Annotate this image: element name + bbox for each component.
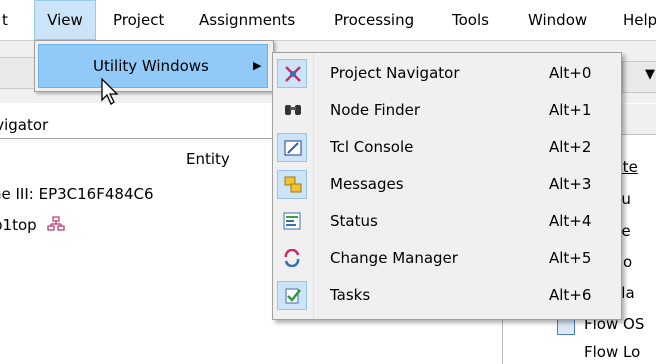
menu-item-label: Status — [330, 212, 378, 230]
panel-title: avigator — [0, 116, 49, 134]
shortcut-label: Alt+6 — [549, 286, 592, 304]
menu-help[interactable]: Help — [621, 0, 656, 40]
utility-windows-submenu: Project Navigator Alt+0 Node Finder Alt+… — [272, 52, 622, 320]
device-label: ne III: EP3C16F484C6 — [0, 185, 154, 203]
table-icon — [557, 319, 575, 335]
entity-label: p1top — [0, 216, 37, 234]
binoculars-icon — [277, 96, 307, 125]
shortcut-label: Alt+1 — [549, 101, 592, 119]
project-navigator-icon — [277, 59, 307, 88]
menu-item-utility-windows[interactable]: Utility Windows ▶ — [38, 44, 268, 88]
menu-edit[interactable]: t — [0, 0, 10, 40]
menu-assignments[interactable]: Assignments — [197, 0, 297, 40]
tcl-console-icon — [277, 133, 307, 162]
menu-tools[interactable]: Tools — [450, 0, 491, 40]
shortcut-label: Alt+4 — [549, 212, 592, 230]
menu-view[interactable]: View — [34, 0, 96, 40]
menu-item-label: Tcl Console — [330, 138, 414, 156]
toolbar-dropdown[interactable]: ▼ — [622, 61, 656, 93]
messages-icon — [277, 170, 307, 199]
mouse-cursor-icon — [101, 78, 119, 105]
shortcut-label: Alt+3 — [549, 175, 592, 193]
menu-item-status[interactable]: Status Alt+4 — [273, 203, 621, 240]
device-row[interactable]: ne III: EP3C16F484C6 — [0, 185, 154, 203]
top-entity-row[interactable]: p1top — [0, 216, 66, 236]
chevron-down-icon: ▼ — [645, 67, 655, 82]
menu-item-project-navigator[interactable]: Project Navigator Alt+0 — [273, 55, 621, 92]
menu-item-label: Project Navigator — [330, 64, 460, 82]
tasks-icon — [277, 281, 307, 310]
menu-item-label: Node Finder — [330, 101, 421, 119]
menu-item-label: Change Manager — [330, 249, 458, 267]
menu-bar: t View Project Assignments Processing To… — [0, 0, 656, 41]
menu-project[interactable]: Project — [111, 0, 166, 40]
shortcut-label: Alt+0 — [549, 64, 592, 82]
menu-item-label: Tasks — [330, 286, 371, 304]
right-row-6[interactable]: Flow Lo — [584, 343, 640, 361]
menu-item-label: Messages — [330, 175, 404, 193]
status-icon — [277, 207, 307, 236]
submenu-arrow-icon: ▶ — [253, 59, 262, 72]
menu-item-change-manager[interactable]: Change Manager Alt+5 — [273, 240, 621, 277]
menu-item-tcl-console[interactable]: Tcl Console Alt+2 — [273, 129, 621, 166]
menu-window[interactable]: Window — [526, 0, 589, 40]
shortcut-label: Alt+2 — [549, 138, 592, 156]
view-menu: Utility Windows ▶ — [34, 40, 274, 92]
entity-column-header[interactable]: Entity — [186, 150, 230, 168]
menu-processing[interactable]: Processing — [332, 0, 416, 40]
menu-item-node-finder[interactable]: Node Finder Alt+1 — [273, 92, 621, 129]
menu-item-label: Utility Windows — [93, 57, 209, 75]
hierarchy-icon — [47, 216, 66, 236]
shortcut-label: Alt+5 — [549, 249, 592, 267]
menu-item-tasks[interactable]: Tasks Alt+6 — [273, 277, 621, 314]
menu-item-messages[interactable]: Messages Alt+3 — [273, 166, 621, 203]
change-manager-icon — [277, 244, 307, 273]
project-navigator-title: avigator — [0, 112, 274, 139]
